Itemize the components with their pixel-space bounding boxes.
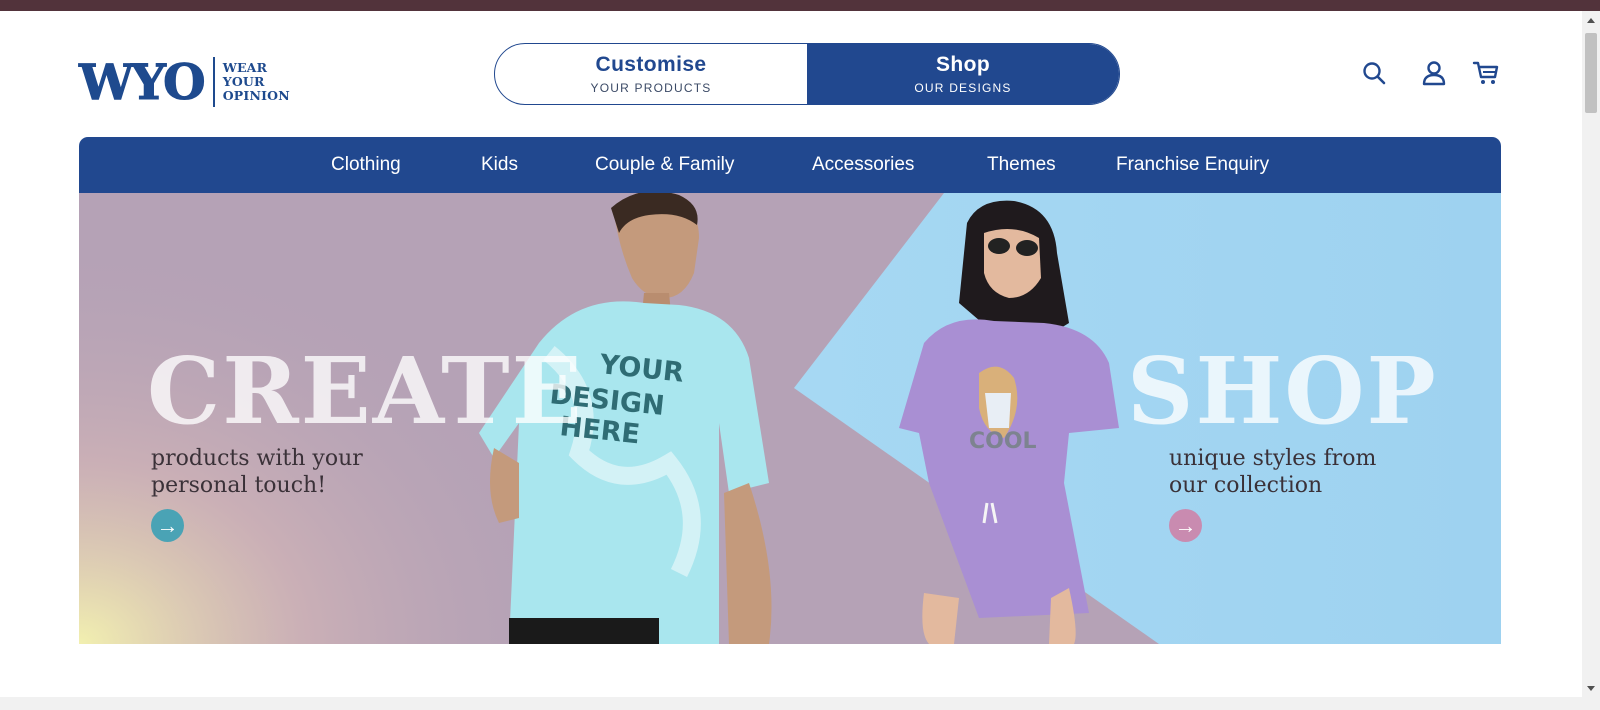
mode-toggle: Customise YOUR PRODUCTS Shop OUR DESIGNS (494, 43, 1120, 105)
browser-top-bar (0, 0, 1600, 11)
logo-tagline: WEAR YOUR OPINION (223, 61, 290, 103)
nav-item-clothing[interactable]: Clothing (331, 137, 401, 193)
hero-right-line: unique styles from (1169, 446, 1377, 471)
user-icon[interactable] (1420, 59, 1448, 87)
shop-label: Shop (935, 53, 991, 76)
cart-icon[interactable] (1472, 59, 1500, 87)
hero-right-text: unique styles from our collection (1169, 445, 1376, 499)
tagline-line: WEAR (222, 60, 268, 75)
nav-item-franchise-enquiry[interactable]: Franchise Enquiry (1116, 137, 1269, 193)
hero-left-line: personal touch! (151, 473, 327, 498)
hero-banner: YOUR DESIGN HERE COOL CREATE products wi… (79, 193, 1501, 644)
customise-button[interactable]: Customise YOUR PRODUCTS (495, 44, 807, 104)
logo-divider (212, 57, 215, 107)
nav-item-accessories[interactable]: Accessories (812, 137, 914, 193)
nav-item-themes[interactable]: Themes (987, 137, 1056, 193)
main-nav: Clothing Kids Couple & Family Accessorie… (79, 137, 1501, 193)
customise-label: Customise (595, 53, 707, 76)
hero-right-line: our collection (1169, 473, 1323, 498)
tagline-line: YOUR (222, 74, 265, 89)
hero-left-heading: CREATE (147, 337, 584, 445)
customise-sublabel: YOUR PRODUCTS (590, 81, 712, 95)
hero-left-line: products with your (151, 446, 363, 471)
nav-item-kids[interactable]: Kids (481, 137, 518, 193)
hero-left-arrow-button[interactable]: → (151, 509, 184, 542)
search-icon[interactable] (1360, 59, 1388, 87)
hero-right-heading: SHOP (1127, 337, 1438, 445)
tagline-line: OPINION (222, 88, 290, 103)
shirt-graphic-text: COOL (969, 429, 1037, 454)
vertical-scrollbar[interactable] (1582, 11, 1600, 697)
shop-button[interactable]: Shop OUR DESIGNS (807, 44, 1119, 104)
bottom-strip (0, 697, 1582, 710)
arrow-right-icon: → (156, 512, 179, 538)
scroll-down-icon[interactable] (1587, 686, 1595, 691)
logo-mark: WYO (79, 52, 207, 111)
nav-item-couple-family[interactable]: Couple & Family (595, 137, 734, 193)
page-viewport: WYO WEAR YOUR OPINION Customise YOUR PRO… (0, 11, 1582, 697)
hero-left-text: products with your personal touch! (151, 445, 363, 499)
hero-right-arrow-button[interactable]: → (1169, 509, 1202, 542)
scroll-thumb[interactable] (1585, 33, 1597, 113)
arrow-right-icon: → (1174, 512, 1197, 538)
scroll-up-icon[interactable] (1587, 18, 1595, 23)
shop-sublabel: OUR DESIGNS (914, 81, 1012, 95)
site-logo[interactable]: WYO WEAR YOUR OPINION (79, 51, 290, 113)
